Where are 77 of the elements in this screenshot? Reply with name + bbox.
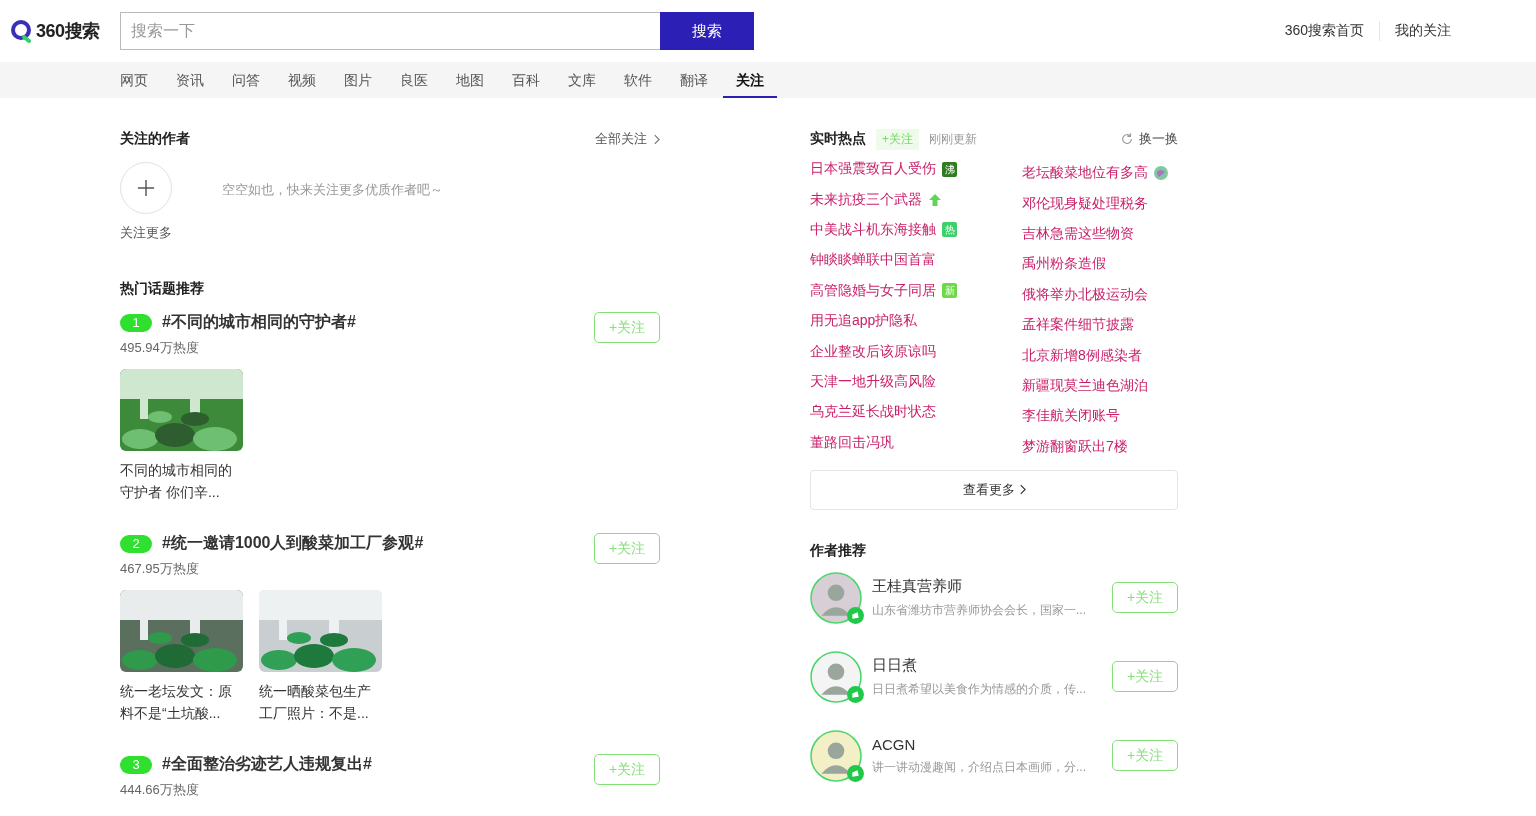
more-button[interactable]: 查看更多 [810, 469, 1178, 510]
search-field[interactable]: 搜索一下 [120, 12, 660, 50]
update-time: 刚刚更新 [929, 130, 977, 148]
heat-count: 444.66万热度 [120, 781, 200, 799]
avatar[interactable] [810, 650, 862, 703]
nav-tab[interactable]: 问答 [232, 62, 274, 98]
section-title: 作者推荐 [810, 541, 867, 560]
trending-link[interactable]: 未来抗疫三个武器 [810, 190, 922, 209]
empty-message: 空空如也，快来关注更多优质作者吧～ [222, 181, 443, 199]
topic-title[interactable]: #全面整治劣迹艺人违规复出# [162, 754, 372, 775]
trending-link[interactable]: 企业整改后该原谅吗 [810, 342, 936, 361]
heat-count: 467.95万热度 [120, 560, 200, 578]
trending-link[interactable]: 乌克兰延长战时状态 [810, 403, 936, 422]
nav-tab[interactable]: 地图 [456, 62, 498, 98]
trending-link[interactable]: 梦游翻窗跃出7楼 [1022, 437, 1128, 456]
article-title[interactable]: 不同的城市相同的守护者 你们辛... [120, 459, 243, 503]
trending-link[interactable]: 高管隐婚与女子同居 [810, 281, 936, 300]
author-name[interactable]: ACGN [872, 735, 1102, 753]
heat-count: 495.94万热度 [120, 339, 200, 357]
chevron-right-icon [653, 133, 660, 145]
trending-link[interactable]: 李佳航关闭账号 [1022, 407, 1120, 426]
logo-text[interactable]: 360搜索 [36, 19, 100, 43]
trending-link[interactable]: 禹州粉条造假 [1022, 255, 1106, 274]
trending-link[interactable]: 董路回击冯巩 [810, 433, 894, 452]
trending-link[interactable]: 老坛酸菜地位有多高 [1022, 164, 1148, 183]
article-title[interactable]: 统一老坛发文：原料不是“土坑酸... [120, 680, 243, 724]
nav-tab[interactable]: 良医 [400, 62, 442, 98]
section-title: 关注的作者 [120, 130, 190, 148]
trending-link[interactable]: 邓伦现身疑处理税务 [1022, 194, 1148, 213]
trending-link[interactable]: 中美战斗机东海接触 [810, 220, 936, 239]
add-follow-label[interactable]: 关注更多 [120, 224, 172, 242]
topic-title[interactable]: #不同的城市相同的守护者# [162, 312, 356, 333]
author-description: 讲一讲动漫趣闻，介绍点日本画师，分... [872, 758, 1087, 776]
nav-tab[interactable]: 图片 [344, 62, 386, 98]
trending-link[interactable]: 北京新增8例感染者 [1022, 346, 1142, 365]
rank-badge: 3 [120, 755, 152, 774]
trending-link[interactable]: 钟睒睒蝉联中国首富 [810, 251, 936, 270]
add-follow-button[interactable] [120, 162, 172, 214]
trending-link[interactable]: 孟祥案件细节披露 [1022, 316, 1134, 335]
trending-link[interactable]: 新疆现莫兰迪色湖泊 [1022, 376, 1148, 395]
logo-icon[interactable] [10, 19, 34, 43]
nav-tab[interactable]: 视频 [288, 62, 330, 98]
avatar[interactable] [810, 571, 862, 624]
author-description: 山东省潍坊市营养师协会会长，国家一... [872, 601, 1087, 619]
trending-link[interactable]: 吉林急需这些物资 [1022, 224, 1134, 243]
trending-link[interactable]: 用无追app护隐私 [810, 312, 918, 331]
refresh-icon [1120, 132, 1134, 146]
all-follows-link[interactable]: 全部关注 [595, 130, 660, 148]
refresh-link[interactable]: 换一换 [1120, 130, 1178, 148]
hot-badge: 热 [942, 222, 957, 238]
author-name[interactable]: 日日煮 [872, 655, 1102, 675]
author-name[interactable]: 王桂真营养师 [872, 576, 1102, 596]
search-button[interactable]: 搜索 [660, 12, 754, 50]
plus-icon [137, 179, 155, 197]
article-title[interactable]: 统一晒酸菜包生产工厂照片：不是... [259, 680, 382, 724]
topic-title[interactable]: #统一邀请1000人到酸菜加工厂参观# [162, 533, 424, 554]
hot-badge: 新 [942, 283, 957, 299]
author-description: 日日煮希望以美食作为情感的介质，传... [872, 680, 1087, 698]
trending-link[interactable]: 天津一地升级高风险 [810, 372, 936, 391]
hot-badge: 沸 [942, 161, 957, 177]
section-title: 热门话题推荐 [120, 280, 205, 298]
trending-link[interactable]: 俄将举办北极运动会 [1022, 285, 1148, 304]
header-link[interactable]: 我的关注 [1380, 22, 1466, 40]
section-title: 实时热点 [810, 130, 866, 148]
rank-badge: 2 [120, 534, 152, 553]
nav-tab[interactable]: 文库 [568, 62, 610, 98]
nav-tab[interactable]: 资讯 [176, 62, 218, 98]
nav-tab[interactable]: 翻译 [680, 62, 722, 98]
nav-tab[interactable]: 软件 [624, 62, 666, 98]
avatar[interactable] [810, 729, 862, 782]
trending-link[interactable]: 日本强震致百人受伤 [810, 160, 936, 179]
header-link[interactable]: 360搜索首页 [1269, 22, 1379, 40]
nav-tab[interactable]: 关注 [723, 62, 777, 98]
chevron-right-icon [1018, 484, 1026, 496]
rank-badge: 1 [120, 313, 152, 332]
nav-tab[interactable]: 百科 [512, 62, 554, 98]
nav-tab[interactable]: 网页 [120, 62, 162, 98]
